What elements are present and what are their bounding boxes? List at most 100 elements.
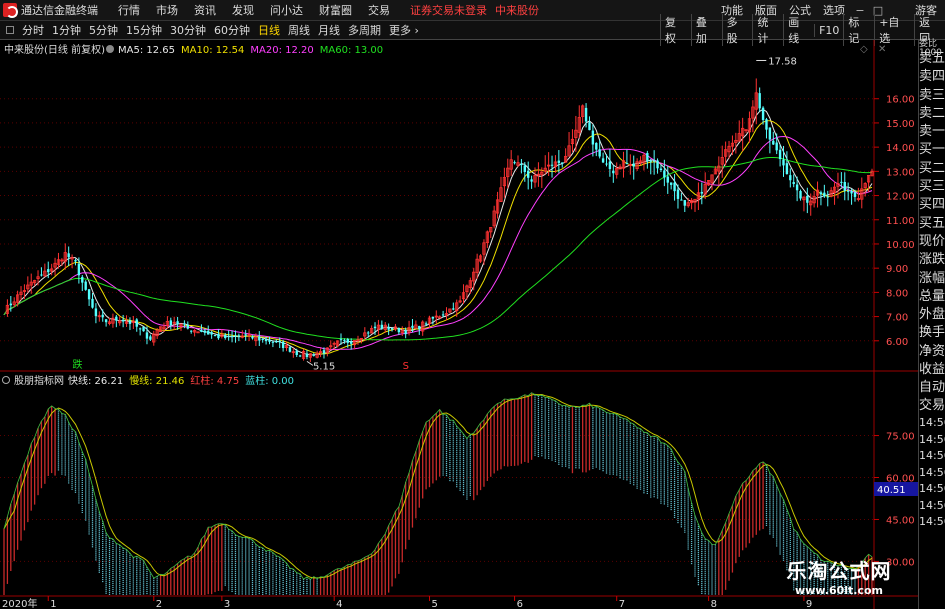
tick-time: 14:56 bbox=[919, 465, 945, 479]
candle-body bbox=[601, 158, 605, 163]
candle-body bbox=[411, 325, 414, 328]
date-axis: 2020年 1 2 3 4 5 6 7 8 9 bbox=[2, 596, 812, 609]
candle-body bbox=[666, 176, 669, 183]
order-ratio-header: 委比 1000 bbox=[919, 40, 945, 58]
menu-item-discover[interactable]: 发现 bbox=[224, 2, 262, 18]
period-5min[interactable]: 5分钟 bbox=[85, 22, 122, 38]
candle-body bbox=[115, 316, 118, 321]
menu-item-quotes[interactable]: 行情 bbox=[110, 2, 148, 18]
candle-body bbox=[557, 160, 561, 163]
candle-body bbox=[104, 319, 108, 323]
candle-body bbox=[823, 192, 826, 197]
candle-body bbox=[761, 107, 765, 120]
month-label: 1 bbox=[50, 599, 56, 609]
candle-body bbox=[186, 324, 190, 329]
period-weekly[interactable]: 周线 bbox=[284, 22, 314, 38]
app-title: 通达信金融终端 bbox=[21, 4, 98, 17]
candle-body bbox=[390, 328, 394, 330]
candle-body bbox=[441, 314, 445, 316]
price-tick-label: 7.00 bbox=[886, 313, 908, 324]
year-label: 2020年 bbox=[2, 597, 37, 609]
quote-field: 外盘 bbox=[919, 307, 945, 323]
candle-body bbox=[258, 336, 261, 341]
candle-body bbox=[595, 142, 598, 150]
menu-item-news[interactable]: 资讯 bbox=[186, 2, 224, 18]
price-tick-label: 11.00 bbox=[886, 216, 915, 227]
candle-body bbox=[298, 355, 302, 357]
candle-body bbox=[237, 335, 241, 337]
candle-body bbox=[373, 326, 377, 329]
candle-body bbox=[200, 330, 203, 332]
chart-header: 中来股份(日线 前复权) bbox=[4, 43, 105, 56]
period-30min[interactable]: 30分钟 bbox=[166, 22, 210, 38]
candle-body bbox=[367, 332, 370, 334]
candle-body bbox=[584, 107, 588, 122]
period-intraday[interactable]: 分时 bbox=[18, 22, 48, 38]
candle-body bbox=[612, 170, 615, 174]
price-tick-label: 15.00 bbox=[886, 119, 915, 130]
watermark-title: 乐淘公式网 bbox=[786, 559, 892, 583]
candle-body bbox=[244, 334, 247, 336]
candle-body bbox=[404, 330, 407, 335]
f10-button[interactable]: F10 bbox=[814, 23, 843, 37]
candle-body bbox=[768, 127, 772, 140]
toggle-panel-icon[interactable] bbox=[6, 26, 14, 34]
candle-body bbox=[271, 341, 275, 343]
month-label: 4 bbox=[336, 599, 342, 609]
candle-body bbox=[625, 162, 629, 164]
auto-trade-label[interactable]: 自动 bbox=[919, 379, 945, 397]
candle-body bbox=[605, 163, 608, 165]
candle-body bbox=[305, 353, 309, 358]
candle-body bbox=[843, 181, 846, 191]
month-label: 8 bbox=[711, 599, 717, 609]
price-tick-label: 13.00 bbox=[886, 167, 915, 178]
candle-body bbox=[418, 325, 421, 330]
indicator-legend-item: 慢线: 21.46 bbox=[129, 374, 184, 387]
month-label: 5 bbox=[431, 599, 437, 609]
candle-body bbox=[224, 334, 227, 339]
menu-item-market[interactable]: 市场 bbox=[148, 2, 186, 18]
close-icon[interactable]: ✕ bbox=[878, 44, 886, 55]
period-1min[interactable]: 1分钟 bbox=[48, 22, 85, 38]
candle-body bbox=[281, 341, 285, 348]
candle-body bbox=[758, 93, 761, 109]
candle-body bbox=[819, 192, 823, 195]
settings-icon[interactable] bbox=[106, 45, 114, 53]
candle-body bbox=[380, 324, 384, 329]
candle-body bbox=[268, 339, 271, 342]
candle-body bbox=[203, 330, 207, 333]
candle-body bbox=[513, 162, 516, 164]
trade-login-notice[interactable]: 证券交易未登录 bbox=[410, 2, 487, 18]
candle-body bbox=[588, 122, 591, 131]
menu-item-trade[interactable]: 交易 bbox=[360, 2, 398, 18]
candle-body bbox=[598, 149, 601, 157]
period-more[interactable]: 更多 › bbox=[385, 22, 423, 38]
period-60min[interactable]: 60分钟 bbox=[210, 22, 254, 38]
period-15min[interactable]: 15分钟 bbox=[122, 22, 166, 38]
candle-body bbox=[387, 327, 390, 330]
period-multi[interactable]: 多周期 bbox=[344, 22, 385, 38]
candle-body bbox=[652, 160, 656, 162]
menu-item-wealth[interactable]: 财富圈 bbox=[311, 2, 360, 18]
candle-body bbox=[795, 184, 799, 191]
candle-body bbox=[673, 182, 676, 192]
sub-indicator-icon[interactable] bbox=[2, 376, 10, 384]
candle-body bbox=[349, 341, 353, 344]
candle-body bbox=[149, 336, 152, 340]
ma-legend-item: MA20: 12.20 bbox=[250, 45, 313, 56]
period-monthly[interactable]: 月线 bbox=[314, 22, 344, 38]
candle-body bbox=[81, 276, 84, 283]
candle-body bbox=[799, 190, 802, 199]
candle-body bbox=[789, 175, 792, 181]
candle-body bbox=[251, 336, 254, 339]
period-daily[interactable]: 日线 bbox=[254, 22, 284, 38]
trade-label[interactable]: 交易 bbox=[919, 397, 945, 415]
candle-body bbox=[261, 338, 264, 340]
menu-item-ask[interactable]: 问小达 bbox=[262, 2, 311, 18]
quote-field: 净资 bbox=[919, 343, 945, 359]
chart-area[interactable]: 6.00 7.00 8.00 9.00 10.00 11.00 12.00 13.00 14.0… bbox=[0, 40, 918, 609]
candle-body bbox=[142, 326, 145, 332]
diamond-icon[interactable]: ◇ bbox=[860, 44, 868, 55]
quote-field: 卖五 bbox=[919, 51, 945, 66]
candle-body bbox=[782, 159, 785, 166]
